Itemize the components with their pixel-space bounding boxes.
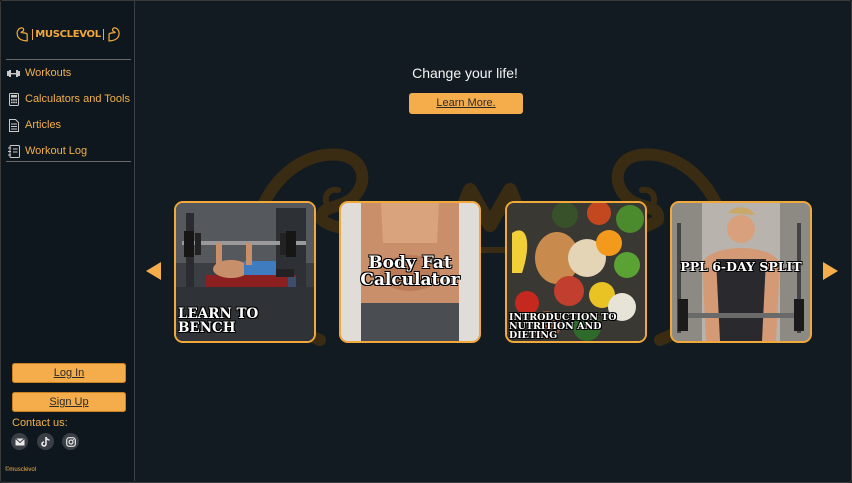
copyright-text: ©musclevol [5,467,37,473]
flexed-arm-left-icon [16,27,28,42]
contact-label: Contact us: [12,417,68,429]
brand-logo[interactable]: MUSCLEVOL [15,21,121,47]
calculator-icon [7,92,20,106]
email-icon[interactable] [11,433,28,450]
carousel-prev-arrow-icon[interactable] [146,262,162,280]
card-title: PPL 6-DAY SPLIT [680,259,802,274]
document-icon [7,118,20,132]
tiktok-icon[interactable] [37,433,54,450]
signup-button[interactable]: Sign Up [12,392,126,412]
carousel-card-ppl[interactable]: PPL 6-DAY SPLIT [670,201,812,343]
sidebar-divider-top [6,59,131,60]
brand-name: MUSCLEVOL [32,28,104,40]
sidebar-item-label: Workouts [25,67,72,79]
carousel-card-bench[interactable]: LEARN TO BENCH [174,201,316,343]
sidebar-item-label: Calculators and Tools [25,93,130,105]
sidebar-item-label: Articles [25,119,62,131]
sidebar-item-calculators[interactable]: Calculators and Tools [7,89,130,109]
instagram-icon[interactable] [62,433,79,450]
sidebar-item-workouts[interactable]: Workouts [7,63,71,83]
carousel-card-body-fat[interactable]: Body Fat Calculator [339,201,481,343]
sidebar-item-articles[interactable]: Articles [7,115,61,135]
card-title: LEARN TO BENCH [178,306,259,336]
flexed-arm-right-icon [108,27,120,42]
sidebar-item-workout-log[interactable]: Workout Log [7,141,87,161]
notebook-icon [7,144,20,158]
sidebar-item-label: Workout Log [25,145,88,157]
learn-more-button[interactable]: Learn More. [409,93,523,114]
login-button[interactable]: Log In [12,363,126,383]
dumbbell-icon [7,67,20,80]
hero-headline: Change your life! [412,65,518,81]
carousel-card-nutrition[interactable]: INTRODUCTION TO NUTRITION AND DIETING [505,201,647,343]
card-title: INTRODUCTION TO NUTRITION AND DIETING [509,312,618,341]
carousel-next-arrow-icon[interactable] [822,262,838,280]
sidebar-divider-bottom [6,161,131,162]
sidebar: MUSCLEVOL Workouts Calculators and Tools… [1,1,135,481]
card-title: Body Fat Calculator [360,253,460,290]
